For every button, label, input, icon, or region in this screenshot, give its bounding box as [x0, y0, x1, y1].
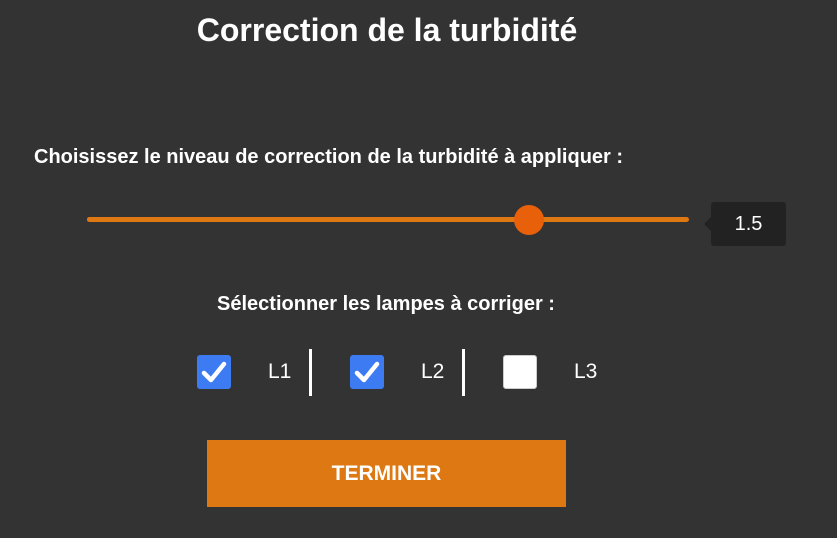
lamp-l2-checkbox[interactable]	[350, 355, 384, 389]
lamp-l3-checkbox[interactable]	[503, 355, 537, 389]
lamp-divider	[309, 349, 312, 396]
lamp-l1-label: L1	[268, 360, 292, 383]
checkmark-icon	[201, 361, 227, 383]
lamps-label: Sélectionner les lampes à corriger :	[217, 293, 555, 315]
lamp-l1-checkbox[interactable]	[197, 355, 231, 389]
page-title: Correction de la turbidité	[196, 12, 578, 48]
lamp-divider	[462, 349, 465, 396]
turbidity-slider-label: Choisissez le niveau de correction de la…	[34, 146, 624, 168]
checkmark-icon	[354, 361, 380, 383]
turbidity-value-badge: 1.5	[704, 202, 786, 246]
slider-fill	[87, 217, 529, 222]
finish-button[interactable]: TERMINER	[207, 440, 566, 507]
slider-thumb[interactable]	[514, 205, 544, 235]
lamp-option-l2[interactable]: L2	[350, 347, 450, 397]
turbidity-correction-panel: Correction de la turbidité Choisissez le…	[0, 0, 837, 538]
turbidity-slider[interactable]	[87, 200, 689, 240]
lamp-l3-label: L3	[574, 360, 598, 383]
lamp-l2-label: L2	[421, 360, 445, 383]
lamp-option-l3[interactable]: L3	[503, 347, 603, 397]
lamp-option-l1[interactable]: L1	[197, 347, 297, 397]
